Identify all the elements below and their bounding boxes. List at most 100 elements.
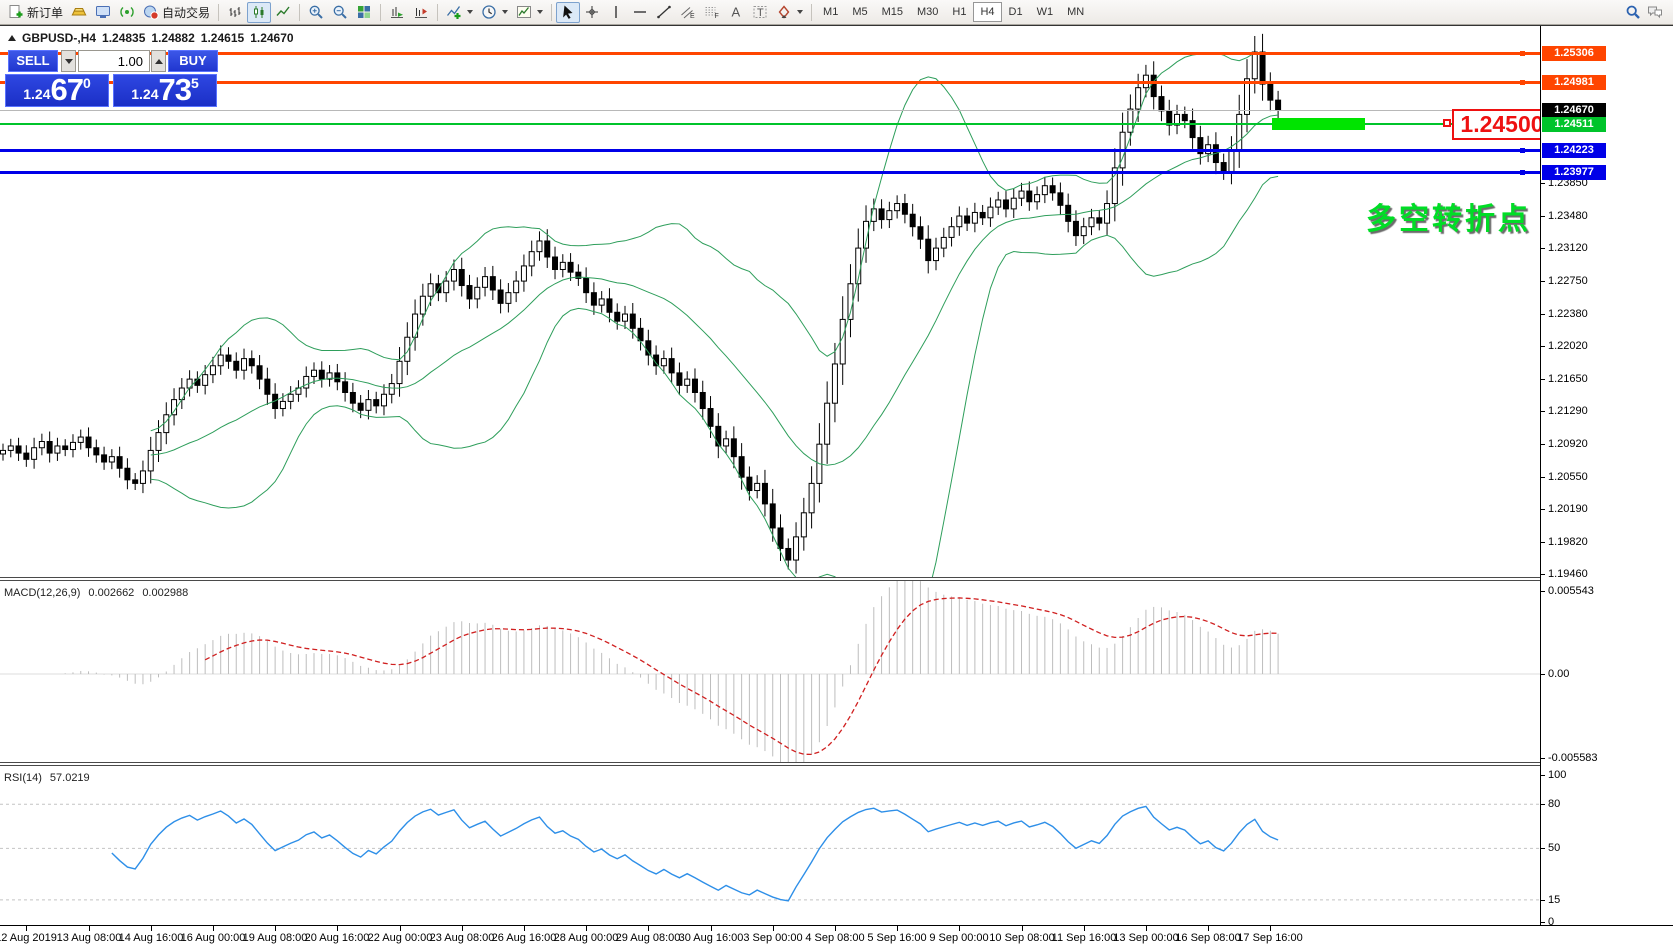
time-tick — [213, 926, 214, 931]
time-label: 28 Aug 00:00 — [553, 932, 619, 944]
buy-button[interactable]: BUY — [168, 50, 218, 72]
chinese-note-label[interactable]: 多空转折点 — [1366, 194, 1531, 238]
equidistant-channel-button[interactable]: E — [676, 2, 700, 23]
timeframe-m30[interactable]: M30 — [910, 2, 945, 22]
chart-window: GBPUSD-,H4 1.24835 1.24882 1.24615 1.246… — [0, 25, 1673, 949]
level-line-1.25306[interactable] — [0, 52, 1540, 55]
macd-chart — [0, 581, 1540, 762]
pane-separator[interactable] — [0, 577, 1673, 578]
axis-tick — [1541, 183, 1545, 184]
timeframe-m15[interactable]: M15 — [875, 2, 910, 22]
rsi-tick-label: 50 — [1548, 842, 1561, 854]
axis-tick — [1541, 758, 1545, 759]
timeframe-h4[interactable]: H4 — [973, 2, 1002, 22]
arrows-button[interactable] — [772, 2, 807, 23]
fibonacci-icon: F — [705, 7, 719, 20]
timeframe-group: M1 M5 M15 M30 H1 H4 D1 W1 MN — [816, 2, 1091, 22]
equidistant-channel-icon: E — [681, 7, 695, 20]
horizontal-line-icon — [634, 11, 647, 13]
crosshair-button[interactable] — [580, 2, 604, 23]
auto-trading-button[interactable]: 自动交易 — [139, 2, 214, 23]
price-tick-label: 1.22020 — [1548, 340, 1588, 352]
axis-tick — [1541, 542, 1545, 543]
gold-ingot-icon — [71, 8, 87, 16]
axis-tick — [1541, 379, 1545, 380]
rsi-chart — [0, 803, 1540, 902]
toolbar-separator — [437, 3, 439, 21]
cursor-button[interactable] — [556, 1, 581, 23]
templates-button[interactable] — [512, 2, 547, 23]
text-button[interactable]: A — [724, 2, 748, 23]
rsi-pane[interactable]: RSI(14) 57.0219 — [0, 766, 1540, 925]
sell-button[interactable]: SELL — [8, 50, 58, 72]
zoom-out-button[interactable] — [328, 2, 352, 23]
highlight-bar[interactable] — [1272, 118, 1365, 131]
level-line-1.24981[interactable] — [0, 81, 1540, 84]
time-tick — [462, 926, 463, 931]
time-label: 29 Aug 08:00 — [615, 932, 681, 944]
buy-price-pip: 5 — [190, 75, 199, 91]
volume-input[interactable] — [78, 50, 150, 72]
timeframe-w1[interactable]: W1 — [1030, 2, 1061, 22]
pane-separator[interactable] — [0, 762, 1673, 763]
template-icon — [517, 6, 532, 18]
chat-icon[interactable] — [1647, 4, 1663, 20]
price-tick-label: 1.20920 — [1548, 438, 1588, 450]
zoom-in-button[interactable] — [304, 2, 328, 23]
fibonacci-button[interactable]: F — [700, 2, 724, 23]
bar-chart-button[interactable] — [223, 2, 247, 23]
signal-button[interactable] — [115, 2, 139, 23]
time-tick — [337, 926, 338, 931]
price-pane[interactable]: GBPUSD-,H4 1.24835 1.24882 1.24615 1.246… — [0, 26, 1540, 577]
search-icon[interactable] — [1625, 4, 1641, 20]
axis-tick — [1541, 281, 1545, 282]
level-line-1.24670[interactable] — [0, 110, 1540, 111]
new-order-button[interactable]: 新订单 — [4, 2, 67, 23]
indicators-button[interactable] — [442, 2, 477, 23]
volume-down-button[interactable] — [61, 50, 76, 72]
level-line-1.24223[interactable] — [0, 149, 1540, 152]
level-node[interactable] — [1520, 148, 1525, 153]
ohlc-low: 1.24615 — [200, 31, 245, 45]
periods-button[interactable] — [477, 2, 512, 23]
level-node[interactable] — [1520, 80, 1525, 85]
price-axis[interactable]: 1.23850 1.23480 1.23120 1.22750 1.22380 1.220… — [1540, 26, 1673, 928]
level-node[interactable] — [1520, 51, 1525, 56]
level-node[interactable] — [1520, 170, 1525, 175]
candlestick-chart-button[interactable] — [247, 1, 272, 23]
timeframe-mn[interactable]: MN — [1060, 2, 1091, 22]
buy-price-main: 73 — [158, 72, 191, 107]
collapse-arrow-icon[interactable] — [8, 35, 16, 41]
vertical-line-button[interactable] — [604, 2, 628, 23]
price-tick-label: 1.20190 — [1548, 503, 1588, 515]
trendline-button[interactable] — [652, 2, 676, 23]
time-label: 4 Sep 08:00 — [805, 932, 865, 944]
tile-windows-button[interactable] — [352, 2, 376, 23]
horizontal-line-button[interactable] — [628, 2, 652, 23]
zoom-in-icon — [309, 5, 323, 19]
buy-price-prefix: 1.24 — [131, 86, 159, 102]
market-watch-button[interactable] — [67, 2, 91, 23]
buy-price-box[interactable]: 1.24 73 5 — [113, 74, 217, 107]
chart-shift-button[interactable] — [409, 2, 433, 23]
volume-up-button[interactable] — [151, 50, 166, 72]
price-box-anchor[interactable] — [1443, 119, 1451, 128]
time-tick — [959, 926, 960, 931]
price-box-label[interactable]: 1.24500 — [1452, 109, 1540, 141]
terminal-button[interactable] — [91, 2, 115, 23]
timeframe-m1[interactable]: M1 — [816, 2, 845, 22]
time-axis[interactable]: 12 Aug 2019 13 Aug 08:00 14 Aug 16:00 16 Au… — [0, 925, 1673, 949]
level-line-1.23977[interactable] — [0, 171, 1540, 174]
line-chart-button[interactable] — [271, 2, 295, 23]
time-tick — [1270, 926, 1271, 931]
price-tick-label: 1.21290 — [1548, 405, 1588, 417]
timeframe-m5[interactable]: M5 — [845, 2, 874, 22]
price-tick-label: 1.21650 — [1548, 373, 1588, 385]
macd-pane[interactable]: MACD(12,26,9) 0.002662 0.002988 — [0, 581, 1540, 762]
timeframe-h1[interactable]: H1 — [945, 2, 973, 22]
time-label: 22 Aug 00:00 — [367, 932, 433, 944]
text-label-button[interactable]: T — [748, 2, 772, 23]
sell-price-box[interactable]: 1.24 67 0 — [5, 74, 109, 107]
auto-scroll-button[interactable] — [385, 2, 409, 23]
timeframe-d1[interactable]: D1 — [1002, 2, 1030, 22]
